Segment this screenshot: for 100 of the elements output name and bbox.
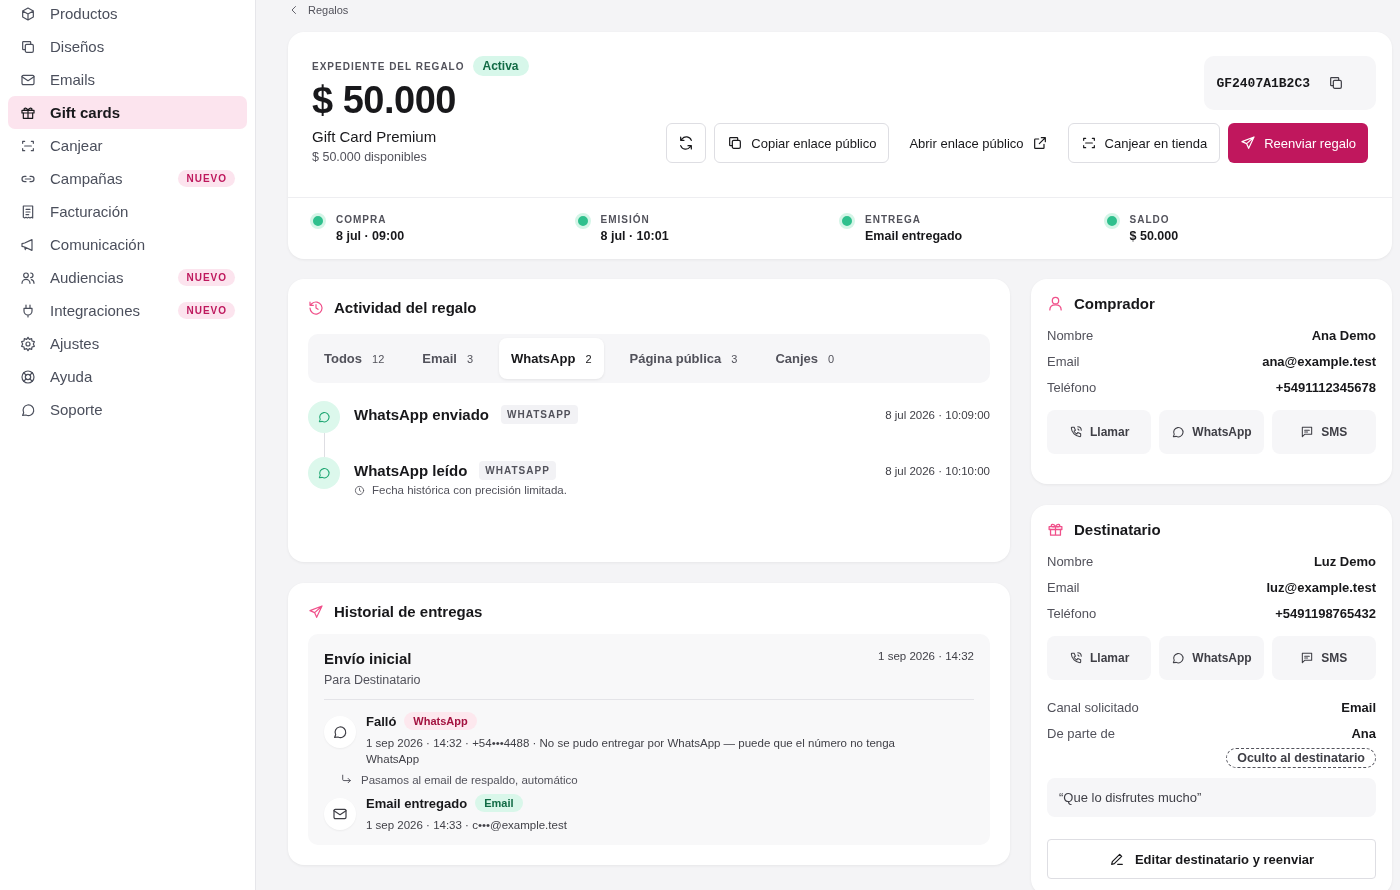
nav-icon xyxy=(20,401,36,418)
sidebar-item[interactable]: Productos xyxy=(8,0,247,30)
copy-code-button[interactable] xyxy=(1328,75,1344,91)
action-button[interactable]: Copiar enlace público xyxy=(714,123,890,163)
field-value: Email xyxy=(1341,699,1376,715)
new-badge: NUEVO xyxy=(178,269,235,286)
open-link-button[interactable]: Abrir enlace público xyxy=(897,123,1060,163)
chat-icon xyxy=(1171,651,1186,665)
gift-icon xyxy=(1047,521,1064,538)
gift-message: “Que lo disfrutes mucho” xyxy=(1047,778,1376,817)
chat-icon xyxy=(1171,425,1186,439)
attempt-detail: 1 sep 2026 · 14:32 · +54•••4488 · No se pudo entregar por WhatsApp — puede que el número no tenga WhatsApp xyxy=(366,736,896,768)
nav-icon xyxy=(20,203,36,220)
back-link[interactable]: Regalos xyxy=(288,4,349,16)
attempt-status: Email entregado xyxy=(366,795,468,811)
copy-icon xyxy=(727,135,744,151)
sidebar-item[interactable]: Emails xyxy=(8,63,247,96)
external-link-icon xyxy=(1031,135,1048,151)
step-label: SALDO xyxy=(1129,214,1171,225)
history-icon xyxy=(308,299,324,316)
field-value: Luz Demo xyxy=(1313,553,1376,569)
action-button[interactable]: Canjear en tienda xyxy=(1067,123,1221,163)
card-title: Destinatario xyxy=(1074,521,1161,538)
field-label: Teléfono xyxy=(1047,605,1097,621)
contact-button[interactable]: Llamar xyxy=(1047,410,1152,454)
section-label: EXPEDIENTE DEL REGALO xyxy=(312,60,465,72)
delivery-time: 1 sep 2026 · 14:32 xyxy=(878,650,974,664)
field-label: Email xyxy=(1047,579,1080,595)
channel-tag: WHATSAPP xyxy=(479,461,556,480)
sms-icon xyxy=(1300,425,1315,439)
event-time: 8 jul 2026 · 10:10:00 xyxy=(885,464,990,477)
channel-tag: WHATSAPP xyxy=(501,405,578,424)
field-label: Canal solicitado xyxy=(1047,699,1139,715)
send-icon xyxy=(308,603,324,620)
sidebar-item[interactable]: Gift cards xyxy=(8,96,247,129)
contact-button[interactable]: SMS xyxy=(1271,636,1376,680)
sidebar-item[interactable]: Comunicación xyxy=(8,228,247,261)
refresh-button[interactable] xyxy=(666,123,707,163)
sidebar-item[interactable]: Canjear xyxy=(8,129,247,162)
gift-code: GF2407A1B2C3 xyxy=(1216,75,1310,91)
field-label: De parte de xyxy=(1047,725,1115,741)
user-icon xyxy=(1047,295,1064,312)
nav-icon xyxy=(20,335,36,352)
sidebar-item[interactable]: Diseños xyxy=(8,30,247,63)
gift-amount: $ 50.000 xyxy=(312,79,457,122)
nav-icon xyxy=(20,269,36,286)
filter-tab[interactable]: Página pública 3 xyxy=(617,338,750,379)
contact-button[interactable]: SMS xyxy=(1271,410,1376,454)
field-label: Nombre xyxy=(1047,553,1094,569)
sidebar-item[interactable]: Campañas NUEVO xyxy=(8,162,247,195)
field-value: +5491112345678 xyxy=(1275,379,1376,395)
filter-tab[interactable]: WhatsApp 2 xyxy=(499,338,604,379)
event-time: 8 jul 2026 · 10:09:00 xyxy=(885,408,990,421)
attempt-detail: 1 sep 2026 · 14:33 · c•••@example.test xyxy=(366,818,567,834)
attempt-status: Falló xyxy=(366,713,397,729)
step-label: ENTREGA xyxy=(865,214,922,225)
field-value: ana@example.test xyxy=(1262,353,1376,369)
pencil-icon xyxy=(1108,851,1125,867)
sidebar-item[interactable]: Soporte xyxy=(8,393,247,426)
available-balance: $ 50.000 disponibles xyxy=(312,150,428,164)
nav-icon xyxy=(20,38,36,55)
sidebar-item[interactable]: Integraciones NUEVO xyxy=(8,294,247,327)
fallback-note: Pasamos al email de respaldo, automático xyxy=(361,773,578,786)
edit-button[interactable]: Editar destinatario y reenviar xyxy=(1047,839,1376,879)
chat-icon xyxy=(317,410,331,424)
channel-tag: Email xyxy=(475,794,523,813)
new-badge: NUEVO xyxy=(178,170,235,187)
field-label: Nombre xyxy=(1047,327,1094,343)
contact-button[interactable]: WhatsApp xyxy=(1159,636,1264,680)
field-label: Email xyxy=(1047,353,1080,369)
phone-icon xyxy=(1069,651,1083,665)
resend-button[interactable]: Reenviar regalo xyxy=(1228,123,1368,163)
filter-tab[interactable]: Canjes 0 xyxy=(763,338,847,379)
sidebar-item[interactable]: Ajustes xyxy=(8,327,247,360)
refresh-icon xyxy=(678,135,695,151)
step-label: EMISIÓN xyxy=(600,214,651,225)
event-title: WhatsApp enviado xyxy=(354,406,489,423)
filter-tab[interactable]: Todos 12 xyxy=(312,338,397,379)
contact-button[interactable]: WhatsApp xyxy=(1159,410,1264,454)
scan-icon xyxy=(1080,135,1097,151)
step-value: $ 50.000 xyxy=(1129,229,1179,243)
field-value: Ana xyxy=(1351,725,1376,741)
sidebar-item[interactable]: Ayuda xyxy=(8,360,247,393)
contact-button[interactable]: Llamar xyxy=(1047,636,1152,680)
status-badge: Activa xyxy=(472,56,529,76)
sidebar-item[interactable]: Facturación xyxy=(8,195,247,228)
delivery-recipient: Para Destinatario xyxy=(324,673,421,687)
step-value: Email entregado xyxy=(865,229,963,243)
sidebar-item[interactable]: Audiencias NUEVO xyxy=(8,261,247,294)
chat-icon xyxy=(332,724,348,740)
clock-icon xyxy=(354,484,365,496)
nav-icon xyxy=(20,236,36,253)
event-title: WhatsApp leído xyxy=(354,462,468,479)
card-title: Actividad del regalo xyxy=(334,299,477,316)
filter-tab[interactable]: Email 3 xyxy=(410,338,486,379)
chat-icon xyxy=(317,466,331,480)
field-value: +5491198765432 xyxy=(1275,605,1376,621)
copy-icon xyxy=(1328,75,1344,91)
send-icon xyxy=(1240,135,1257,151)
sms-icon xyxy=(1300,651,1315,665)
